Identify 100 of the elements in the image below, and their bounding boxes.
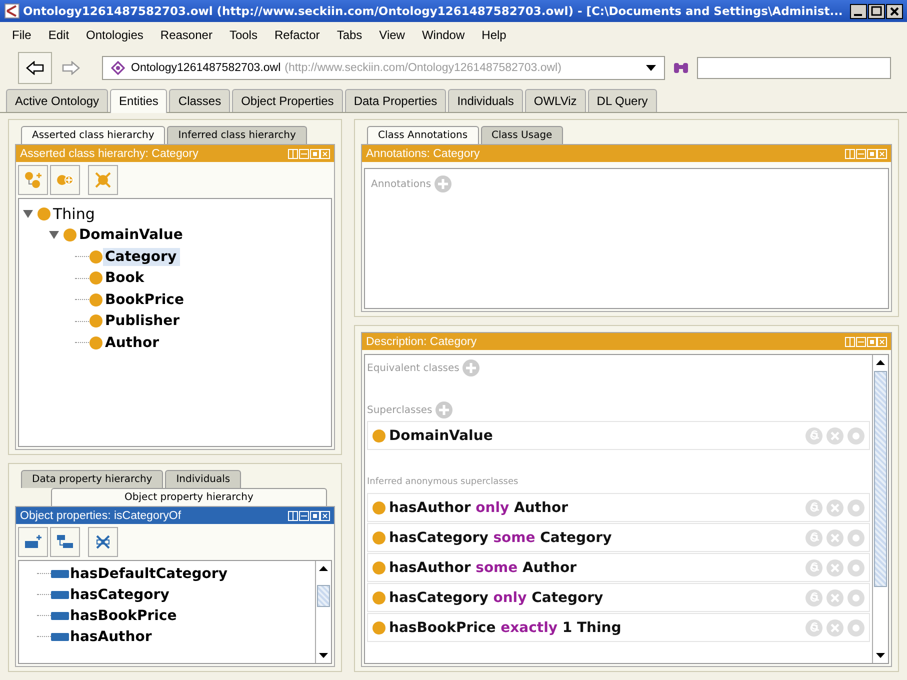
tab[interactable]: Data property hierarchy	[21, 470, 164, 488]
menu-item[interactable]: Edit	[40, 26, 78, 44]
add-icon[interactable]	[435, 401, 454, 419]
property-icon	[51, 590, 69, 598]
annotate-icon[interactable]	[805, 498, 823, 516]
delete-icon[interactable]	[826, 498, 844, 516]
maximize-icon[interactable]	[868, 4, 885, 18]
tab[interactable]: DL Query	[588, 89, 657, 112]
panel-title: Object properties: isCategoryOf	[20, 510, 182, 522]
class-icon	[372, 530, 386, 544]
expanded-icon[interactable]	[49, 230, 59, 240]
delete-class-button[interactable]	[88, 165, 118, 195]
tree-item[interactable]: hasBookPrice	[69, 608, 177, 624]
tree-item[interactable]: Book	[103, 269, 148, 288]
tree-item[interactable]: hasDefaultCategory	[69, 566, 228, 582]
expression-row[interactable]: hasAuthor only Author	[367, 493, 870, 522]
minimize-icon[interactable]	[850, 4, 867, 18]
caret-icon	[646, 65, 656, 71]
menu-item[interactable]: Help	[474, 26, 516, 44]
tab[interactable]: Inferred class hierarchy	[167, 126, 307, 144]
menu-item[interactable]: Tabs	[328, 26, 372, 44]
annotate-icon[interactable]	[805, 618, 823, 636]
tree-item[interactable]: Thing	[51, 204, 98, 224]
add-subproperty-button[interactable]	[18, 527, 48, 557]
scroll-thumb[interactable]	[874, 371, 887, 587]
binoculars-icon[interactable]	[673, 61, 689, 75]
class-expression: hasCategory only Category	[389, 590, 604, 606]
annotate-icon[interactable]	[805, 558, 823, 576]
annotate-icon[interactable]	[805, 588, 823, 606]
expression-row[interactable]: DomainValue	[367, 421, 870, 450]
tree-item[interactable]: Category	[103, 248, 180, 266]
scrollbar[interactable]	[315, 561, 331, 663]
expression-row[interactable]: hasCategory some Category	[367, 523, 870, 552]
add-icon[interactable]	[434, 175, 452, 193]
search-field[interactable]	[697, 57, 891, 79]
expression-row[interactable]: hasAuthor some Author	[367, 553, 870, 582]
menu-item[interactable]: Refactor	[266, 26, 329, 44]
tree-item[interactable]: DomainValue	[77, 226, 186, 244]
tab[interactable]: Active Ontology	[6, 89, 108, 112]
tab[interactable]: Individuals	[165, 470, 242, 488]
section-label: Equivalent classes	[367, 362, 460, 374]
back-button[interactable]	[18, 52, 52, 84]
class-icon	[89, 250, 103, 264]
tab[interactable]: Class Annotations	[367, 126, 479, 144]
expression-row[interactable]: hasBookPrice exactly 1 Thing	[367, 613, 870, 642]
delete-property-button[interactable]	[88, 527, 118, 557]
class-icon	[372, 590, 386, 604]
tree-item[interactable]: Publisher	[103, 312, 183, 330]
tree-item[interactable]: BookPrice	[103, 290, 187, 309]
delete-icon[interactable]	[826, 618, 844, 636]
tree-item[interactable]: Author	[103, 334, 162, 352]
tab[interactable]: Individuals	[448, 89, 523, 112]
tab[interactable]: OWLViz	[524, 89, 586, 112]
app-icon	[4, 3, 20, 19]
tab[interactable]: Data Properties	[344, 89, 446, 112]
edit-icon[interactable]	[847, 618, 865, 636]
add-subclass-button[interactable]	[18, 165, 48, 195]
annotate-icon[interactable]	[805, 426, 823, 444]
class-icon	[372, 560, 386, 574]
delete-icon[interactable]	[826, 426, 844, 444]
edit-icon[interactable]	[847, 558, 865, 576]
delete-icon[interactable]	[826, 588, 844, 606]
expanded-icon[interactable]	[23, 208, 33, 219]
close-icon[interactable]	[886, 4, 903, 18]
edit-icon[interactable]	[847, 588, 865, 606]
tab[interactable]: Class Usage	[480, 126, 564, 144]
property-icon	[51, 612, 69, 620]
scroll-thumb[interactable]	[317, 585, 330, 607]
add-icon[interactable]	[462, 359, 480, 377]
menu-item[interactable]: Tools	[221, 26, 266, 44]
menu-item[interactable]: Ontologies	[78, 26, 152, 44]
annotate-icon[interactable]	[805, 528, 823, 546]
tree-item[interactable]: hasCategory	[69, 586, 170, 602]
delete-icon[interactable]	[826, 558, 844, 576]
property-icon	[51, 570, 69, 578]
menu-item[interactable]: Reasoner	[152, 26, 222, 44]
add-sibling-property-button[interactable]	[50, 527, 80, 557]
class-expression: DomainValue	[389, 428, 494, 444]
tree-item[interactable]: hasAuthor	[69, 628, 152, 644]
tab[interactable]: Entities	[110, 89, 168, 113]
menu-item[interactable]: View	[371, 26, 414, 44]
expression-row[interactable]: hasCategory only Category	[367, 583, 870, 612]
ontology-dropdown[interactable]: Ontology1261487582703.owl (http://www.seckiin.com/Ontology1261487582703.owl)	[102, 56, 665, 80]
delete-icon[interactable]	[826, 528, 844, 546]
class-icon	[372, 620, 386, 634]
tab[interactable]: Object property hierarchy	[51, 488, 327, 506]
edit-icon[interactable]	[847, 426, 865, 444]
menu-item[interactable]: File	[4, 26, 40, 44]
scrollbar[interactable]	[872, 355, 888, 663]
add-sibling-button[interactable]	[50, 165, 80, 195]
edit-icon[interactable]	[847, 498, 865, 516]
tab[interactable]: Object Properties	[232, 89, 343, 112]
panel-controls-icon[interactable]	[288, 510, 330, 520]
tab[interactable]: Classes	[169, 89, 230, 112]
edit-icon[interactable]	[847, 528, 865, 546]
right-arrow-icon	[62, 61, 80, 75]
class-icon	[89, 292, 103, 307]
menu-item[interactable]: Window	[414, 26, 474, 44]
ontology-name: Ontology1261487582703.owl	[131, 62, 281, 74]
tab[interactable]: Asserted class hierarchy	[21, 126, 166, 144]
